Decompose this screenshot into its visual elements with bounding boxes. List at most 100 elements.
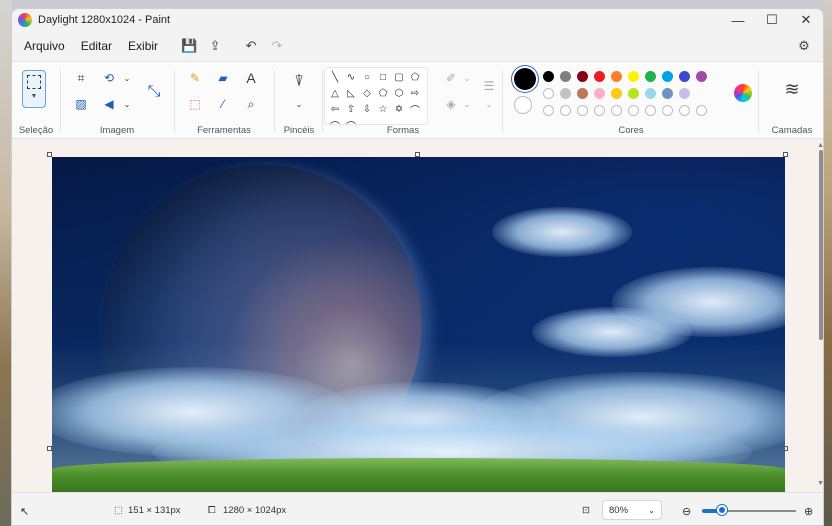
save-icon[interactable]: 💾: [176, 35, 202, 57]
custom-color-slot-8[interactable]: [662, 105, 673, 116]
close-button[interactable]: ✕: [789, 9, 823, 31]
line-width-icon[interactable]: ☰: [478, 76, 500, 96]
rotate-dropdown-icon[interactable]: ⌄: [116, 68, 138, 88]
color-swatch-row1-2[interactable]: [560, 71, 571, 82]
fit-to-window-icon[interactable]: ⊡: [582, 505, 590, 516]
scroll-down-arrow[interactable]: ▼: [817, 480, 823, 487]
flip-dropdown-icon[interactable]: ⌄: [116, 94, 138, 114]
color-swatch-row2-7[interactable]: [645, 88, 656, 99]
menu-exibir[interactable]: Exibir: [120, 39, 166, 53]
polygon-shape[interactable]: ⬠: [408, 70, 422, 84]
rounded-rectangle-shape[interactable]: ▢: [392, 70, 406, 84]
curve-shape[interactable]: ∿: [344, 70, 358, 84]
six-point-star-shape[interactable]: ⌒: [408, 102, 422, 117]
down-arrow-shape[interactable]: ⇩: [360, 102, 374, 116]
selection-rectangle-icon: [27, 75, 41, 89]
custom-color-slot-2[interactable]: [560, 105, 571, 116]
crop-icon[interactable]: ⌗: [70, 68, 92, 88]
color-swatch-row2-5[interactable]: [611, 88, 622, 99]
pencil-icon[interactable]: ✎: [184, 68, 206, 88]
custom-color-slot-6[interactable]: [628, 105, 639, 116]
layers-icon[interactable]: ≋: [781, 78, 803, 100]
redo-icon[interactable]: ↷: [264, 35, 290, 57]
zoom-select[interactable]: 80% ⌄: [602, 500, 662, 520]
color-swatch-row2-4[interactable]: [594, 88, 605, 99]
zoom-slider-thumb[interactable]: [717, 505, 728, 515]
color-picker-icon[interactable]: ⁄: [212, 94, 234, 114]
diamond-shape[interactable]: ◇: [360, 86, 374, 100]
custom-color-slot-10[interactable]: [696, 105, 707, 116]
share-icon[interactable]: ⇪: [202, 35, 228, 57]
remove-background-icon[interactable]: ▨: [70, 94, 92, 114]
menu-arquivo[interactable]: Arquivo: [16, 39, 73, 53]
line-width-dropdown-icon[interactable]: ⌄: [478, 94, 500, 114]
zoom-out-icon[interactable]: ⊖: [682, 505, 691, 518]
magnifier-icon[interactable]: ⌕: [240, 94, 262, 114]
outline-dropdown-icon[interactable]: ⌄: [456, 68, 478, 88]
custom-color-slot-7[interactable]: [645, 105, 656, 116]
image-size-label: 1280 × 1024px: [223, 505, 287, 516]
color-swatch-row2-6[interactable]: [628, 88, 639, 99]
group-layers: ≋ Camadas: [760, 62, 823, 140]
settings-icon[interactable]: ⚙: [791, 35, 817, 57]
four-point-star-shape[interactable]: ☆: [376, 102, 390, 116]
triangle-shape[interactable]: △: [328, 86, 342, 100]
vertical-scrollbar[interactable]: [819, 150, 823, 340]
group-shapes: ╲ ∿ ○ □ ▢ ⬠ △ ◺ ◇ ⬠ ⬡ ⇨ ⇦ ⇧ ⇩ ☆ ✡ ⌒ ⌒ ⌒: [324, 62, 502, 140]
right-arrow-shape[interactable]: ⇨: [408, 86, 422, 100]
cursor-position-icon: ↖: [20, 506, 30, 518]
brush-dropdown-icon[interactable]: ⌄: [288, 94, 310, 114]
group-colors: Cores: [504, 62, 758, 140]
color-swatch-row2-3[interactable]: [577, 88, 588, 99]
color-swatch-row1-1[interactable]: [543, 71, 554, 82]
menu-editar[interactable]: Editar: [73, 39, 120, 53]
minimize-button[interactable]: —: [721, 9, 755, 31]
canvas-image[interactable]: [52, 157, 785, 492]
color-swatch-row1-3[interactable]: [577, 71, 588, 82]
right-triangle-shape[interactable]: ◺: [344, 86, 358, 100]
resize-icon[interactable]: ⤡: [142, 80, 166, 104]
custom-color-slot-3[interactable]: [577, 105, 588, 116]
color-swatch-row1-7[interactable]: [645, 71, 656, 82]
fill-bucket-icon[interactable]: ▰: [212, 68, 234, 88]
color-swatch-row1-6[interactable]: [628, 71, 639, 82]
group-tools: ✎ ▰ A ⬚ ⁄ ⌕ Ferramentas: [176, 62, 272, 140]
primary-color-swatch[interactable]: [514, 68, 536, 90]
five-point-star-shape[interactable]: ✡: [392, 102, 406, 116]
chevron-down-icon: ⌄: [648, 505, 655, 515]
color-swatch-row2-8[interactable]: [662, 88, 673, 99]
callout-shape[interactable]: ⌒: [328, 118, 342, 125]
maximize-button[interactable]: ☐: [755, 9, 789, 31]
callout-round-shape[interactable]: ⌒: [344, 118, 358, 125]
color-swatch-row1-10[interactable]: [696, 71, 707, 82]
oval-shape[interactable]: ○: [360, 70, 374, 84]
color-swatch-row1-9[interactable]: [679, 71, 690, 82]
selection-button[interactable]: ▼: [22, 70, 46, 108]
custom-color-slot-4[interactable]: [594, 105, 605, 116]
color-swatch-row2-9[interactable]: [679, 88, 690, 99]
color-swatch-row1-4[interactable]: [594, 71, 605, 82]
custom-color-slot-5[interactable]: [611, 105, 622, 116]
fill-shape-dropdown-icon[interactable]: ⌄: [456, 94, 478, 114]
color-swatch-row1-5[interactable]: [611, 71, 622, 82]
eraser-icon[interactable]: ⬚: [184, 94, 206, 114]
edit-colors-icon[interactable]: [734, 84, 752, 102]
zoom-in-icon[interactable]: ⊕: [804, 505, 813, 518]
color-swatch-row1-8[interactable]: [662, 71, 673, 82]
color-swatch-row2-2[interactable]: [560, 88, 571, 99]
hexagon-shape[interactable]: ⬡: [392, 86, 406, 100]
rectangle-shape[interactable]: □: [376, 70, 390, 84]
custom-color-slot-1[interactable]: [543, 105, 554, 116]
canvas-area[interactable]: ▲ ▼: [12, 140, 823, 492]
line-shape[interactable]: ╲: [328, 70, 342, 84]
custom-color-slot-9[interactable]: [679, 105, 690, 116]
scroll-up-arrow[interactable]: ▲: [817, 142, 823, 149]
left-arrow-shape[interactable]: ⇦: [328, 102, 342, 116]
up-arrow-shape[interactable]: ⇧: [344, 102, 358, 116]
brush-icon[interactable]: ⍒: [288, 72, 310, 92]
pentagon-shape[interactable]: ⬠: [376, 86, 390, 100]
text-tool-icon[interactable]: A: [240, 68, 262, 88]
undo-icon[interactable]: ↶: [238, 35, 264, 57]
color-swatch-row2-1[interactable]: [543, 88, 554, 99]
secondary-color-swatch[interactable]: [514, 96, 532, 114]
